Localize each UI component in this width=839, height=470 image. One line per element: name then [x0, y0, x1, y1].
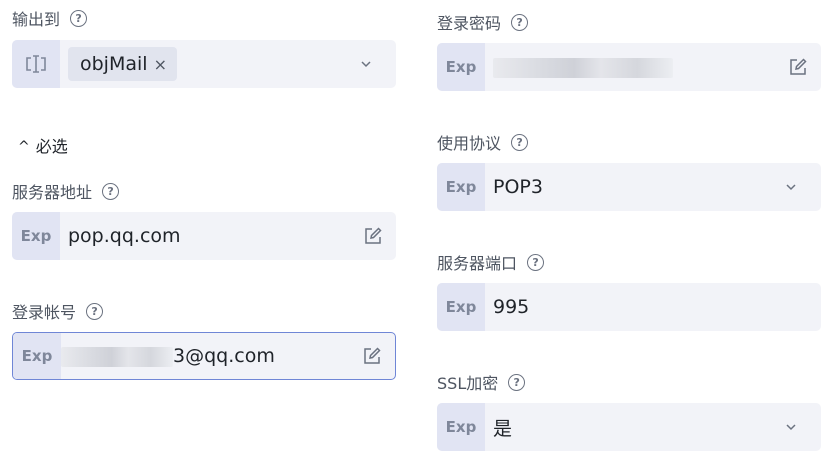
question-circle-icon[interactable]: ?: [527, 253, 545, 271]
edit-pencil-icon[interactable]: [362, 225, 384, 247]
chevron-down-icon[interactable]: [783, 419, 799, 435]
output-label: 输出到 ?: [12, 6, 88, 30]
server-port-field[interactable]: Exp 995: [437, 283, 821, 331]
server-port-label-text: 服务器端口: [437, 254, 518, 273]
output-label-text: 输出到: [12, 10, 61, 29]
question-circle-icon[interactable]: ?: [508, 373, 526, 391]
remove-tag-icon[interactable]: ×: [154, 55, 167, 74]
login-password-value[interactable]: [485, 56, 787, 78]
question-circle-icon[interactable]: ?: [102, 182, 120, 200]
required-section-toggle[interactable]: ^ 必选: [18, 133, 68, 157]
server-address-label-text: 服务器地址: [12, 183, 93, 202]
login-password-field[interactable]: Exp: [437, 43, 821, 91]
protocol-label: 使用协议 ?: [437, 130, 529, 154]
selected-variable-tag: objMail ×: [68, 47, 177, 81]
selected-variable-name: objMail: [80, 53, 148, 75]
chevron-down-icon[interactable]: [783, 179, 799, 195]
server-port-label: 服务器端口 ?: [437, 250, 545, 274]
ssl-label: SSL加密 ?: [437, 370, 526, 394]
edit-pencil-icon[interactable]: [361, 345, 383, 367]
login-password-label-text: 登录密码: [437, 14, 502, 33]
chevron-down-icon[interactable]: [358, 56, 374, 72]
ssl-select[interactable]: Exp 是: [437, 403, 821, 451]
server-address-value[interactable]: pop.qq.com: [60, 225, 362, 247]
edit-pencil-icon[interactable]: [787, 56, 809, 78]
variable-bracket-icon: [12, 40, 60, 88]
expression-prefix: Exp: [437, 283, 485, 331]
server-address-label: 服务器地址 ?: [12, 179, 120, 203]
server-port-value[interactable]: 995: [485, 296, 821, 318]
ssl-value: 是: [493, 417, 513, 440]
expression-prefix: Exp: [437, 403, 485, 451]
login-account-field[interactable]: Exp 3@qq.com: [12, 332, 396, 380]
question-circle-icon[interactable]: ?: [86, 302, 104, 320]
expression-prefix: Exp: [13, 333, 61, 379]
question-circle-icon[interactable]: ?: [70, 9, 88, 27]
question-circle-icon[interactable]: ?: [511, 13, 529, 31]
caret-up-icon: ^: [18, 139, 30, 155]
login-account-label-text: 登录帐号: [12, 303, 77, 322]
login-account-label: 登录帐号 ?: [12, 299, 104, 323]
question-circle-icon[interactable]: ?: [511, 133, 529, 151]
redacted-text: [61, 346, 173, 367]
expression-prefix: Exp: [437, 43, 485, 91]
protocol-value: POP3: [493, 176, 543, 198]
expression-prefix: Exp: [437, 163, 485, 211]
output-target-select[interactable]: objMail ×: [12, 40, 396, 88]
required-section-label: 必选: [35, 137, 68, 156]
login-account-visible-text: 3@qq.com: [173, 345, 275, 367]
expression-prefix: Exp: [12, 212, 60, 260]
protocol-select[interactable]: Exp POP3: [437, 163, 821, 211]
redacted-text: [493, 57, 673, 78]
login-account-value[interactable]: 3@qq.com: [61, 345, 361, 367]
server-address-field[interactable]: Exp pop.qq.com: [12, 212, 396, 260]
login-password-label: 登录密码 ?: [437, 10, 529, 34]
protocol-label-text: 使用协议: [437, 134, 502, 153]
ssl-label-text: SSL加密: [437, 374, 499, 393]
